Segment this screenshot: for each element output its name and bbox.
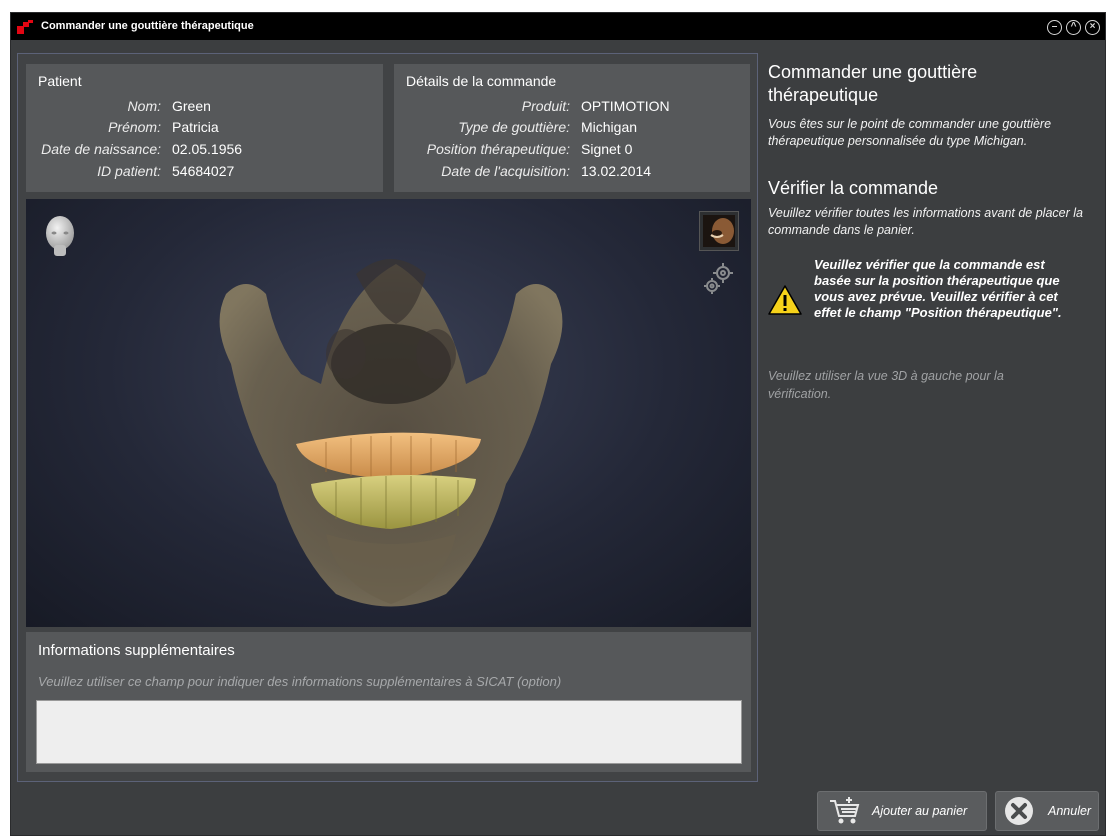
order-row-position: Position thérapeutique: Signet 0 xyxy=(394,141,750,161)
field-value: Signet 0 xyxy=(581,141,633,157)
field-label: Produit: xyxy=(521,98,570,114)
field-value: OPTIMOTION xyxy=(581,98,670,114)
help-title: Commander une gouttière thérapeutique xyxy=(768,62,978,105)
field-value: Green xyxy=(172,98,211,114)
patient-row-name: Nom: Green xyxy=(26,98,383,118)
photo-thumbnail-icon xyxy=(703,215,735,247)
field-label: Prénom: xyxy=(108,119,161,135)
cart-icon xyxy=(830,797,860,824)
add-to-cart-button[interactable]: Ajouter au panier xyxy=(817,791,987,831)
maximize-icon[interactable]: ^ xyxy=(1066,20,1081,35)
3d-view[interactable] xyxy=(26,199,751,627)
verify-title: Vérifier la commande xyxy=(768,178,939,198)
order-details-panel: Patient Nom: Green Prénom: Patricia Date… xyxy=(17,53,758,782)
field-label: Date de l'acquisition: xyxy=(441,163,570,179)
minimize-icon[interactable]: – xyxy=(1047,20,1062,35)
order-heading: Détails de la commande xyxy=(406,73,557,89)
field-label: Position thérapeutique: xyxy=(426,141,570,157)
order-splint-window: Commander une gouttière thérapeutique – … xyxy=(10,12,1106,836)
field-value: Michigan xyxy=(581,119,638,135)
field-value: 13.02.2014 xyxy=(581,163,652,179)
additional-info-hint: Veuillez utiliser ce champ pour indiquer… xyxy=(38,674,562,689)
field-label: ID patient: xyxy=(97,163,161,179)
field-label: Type de gouttière: xyxy=(458,119,570,135)
add-to-cart-label: Ajouter au panier xyxy=(872,804,968,818)
order-row-splint-type: Type de gouttière: Michigan xyxy=(394,119,750,139)
verify-text: Veuillez vérifier toutes les information… xyxy=(768,206,1083,237)
patient-row-firstname: Prénom: Patricia xyxy=(26,119,383,139)
additional-info-heading: Informations supplémentaires xyxy=(38,642,235,659)
help-intro: Vous êtes sur le point de commander une … xyxy=(768,117,1052,148)
app-logo-icon xyxy=(17,20,33,34)
cancel-icon xyxy=(1005,797,1033,825)
warning-text: Veuillez vérifier que la commande est ba… xyxy=(814,257,1062,320)
field-label: Date de naissance: xyxy=(41,141,161,157)
gear-icon[interactable] xyxy=(699,259,739,299)
order-row-acquisition-date: Date de l'acquisition: 13.02.2014 xyxy=(394,163,750,183)
cancel-button[interactable]: Annuler xyxy=(995,791,1099,831)
patient-row-birthdate: Date de naissance: 02.05.1956 xyxy=(26,141,383,161)
cancel-label: Annuler xyxy=(1048,804,1092,818)
order-info-box: Détails de la commande Produit: OPTIMOTI… xyxy=(394,64,750,192)
field-label: Nom: xyxy=(127,98,161,114)
window-title: Commander une gouttière thérapeutique xyxy=(41,20,254,32)
warning-icon xyxy=(768,285,802,315)
skull-3d-model xyxy=(219,259,563,607)
help-panel: Commander une gouttière thérapeutique Vo… xyxy=(768,53,1101,453)
photo-thumbnail-button[interactable] xyxy=(699,211,739,251)
patient-row-id: ID patient: 54684027 xyxy=(26,163,383,183)
additional-info-section: Informations supplémentaires Veuillez ut… xyxy=(26,632,751,772)
patient-heading: Patient xyxy=(38,73,82,89)
close-icon[interactable]: × xyxy=(1085,20,1100,35)
field-value: Patricia xyxy=(172,119,219,135)
order-row-product: Produit: OPTIMOTION xyxy=(394,98,750,118)
additional-info-input[interactable] xyxy=(36,700,742,764)
field-value: 54684027 xyxy=(172,163,235,179)
head-orientation-icon[interactable] xyxy=(42,215,78,257)
title-bar: Commander une gouttière thérapeutique – … xyxy=(11,13,1105,40)
3d-view-hint: Veuillez utiliser la vue 3D à gauche pou… xyxy=(768,369,1004,401)
patient-info-box: Patient Nom: Green Prénom: Patricia Date… xyxy=(26,64,383,192)
field-value: 02.05.1956 xyxy=(172,141,243,157)
